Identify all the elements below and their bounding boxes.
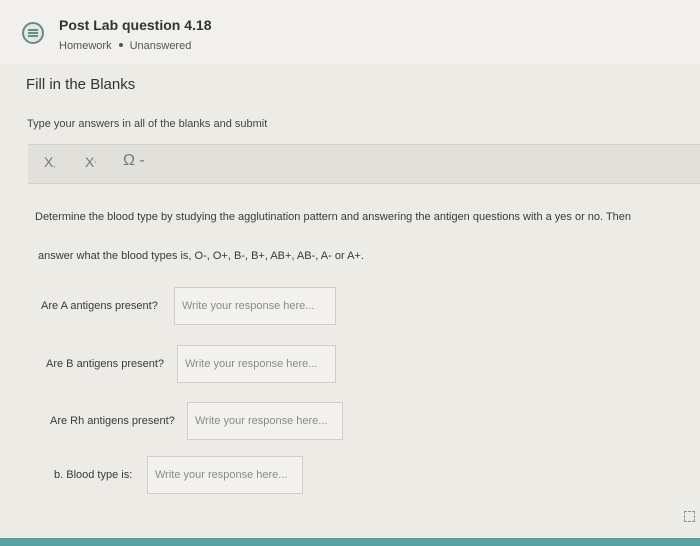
separator-dot-icon: [118, 43, 123, 47]
question-label-b-antigens: Are B antigens present?: [46, 358, 165, 370]
bottom-accent-bar: [0, 538, 700, 546]
answer-input-rh-antigens[interactable]: [187, 402, 343, 440]
question-list-icon[interactable]: [22, 22, 44, 44]
subscript-button[interactable]: X,: [44, 154, 56, 170]
question-label-a-antigens: Are A antigens present?: [41, 300, 158, 312]
question-header: Post Lab question 4.18 Homework Unanswere…: [0, 0, 700, 64]
formatting-toolbar: X, X' Ω -: [28, 144, 700, 184]
question-type: Homework: [59, 40, 112, 52]
question-label-blood-type: b. Blood type is:: [54, 469, 133, 481]
answer-input-b-antigens[interactable]: [177, 345, 336, 383]
superscript-mark: ': [94, 160, 96, 169]
answer-input-a-antigens[interactable]: [174, 287, 336, 325]
superscript-label: X: [85, 154, 95, 170]
question-label-rh-antigens: Are Rh antigens present?: [50, 415, 175, 427]
prompt-line-1: Determine the blood type by studying the…: [35, 211, 632, 223]
question-meta: Homework Unanswered: [59, 40, 191, 52]
special-characters-button[interactable]: Ω -: [123, 152, 145, 170]
question-status: Unanswered: [129, 40, 192, 52]
instructions-text: Type your answers in all of the blanks a…: [27, 118, 268, 130]
answer-input-blood-type[interactable]: [147, 456, 303, 494]
subscript-label: X: [44, 154, 54, 170]
superscript-button[interactable]: X': [85, 154, 96, 170]
section-title: Fill in the Blanks: [26, 76, 136, 93]
prompt-line-2: answer what the blood types is, O-, O+, …: [38, 250, 364, 262]
subscript-mark: ,: [53, 160, 56, 169]
expand-icon[interactable]: [684, 511, 695, 522]
question-title: Post Lab question 4.18: [59, 17, 212, 33]
